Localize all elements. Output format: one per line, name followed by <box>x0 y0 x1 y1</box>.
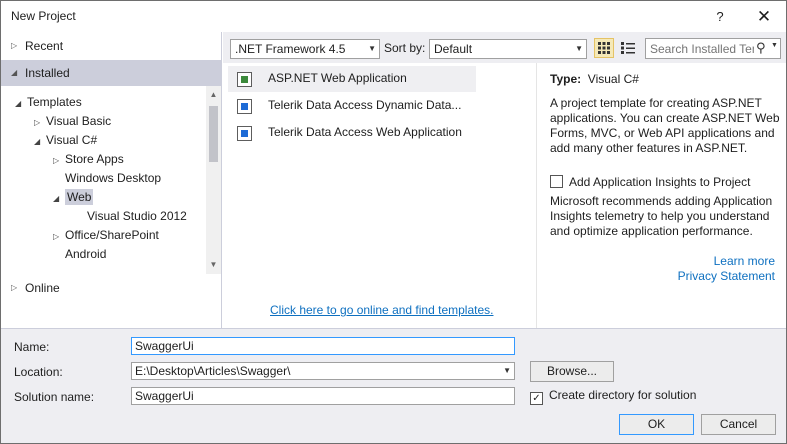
create-directory-label: Create directory for solution <box>549 388 697 402</box>
checkbox-box[interactable] <box>550 175 563 188</box>
expand-arrow-icon: ▷ <box>53 156 60 165</box>
collapse-arrow-icon: ◢ <box>34 137 41 146</box>
chevron-down-icon: ▼ <box>575 44 583 53</box>
template-type: Type: Visual C# <box>550 72 639 86</box>
browse-button[interactable]: Browse... <box>530 361 614 382</box>
location-field[interactable]: E:\Desktop\Articles\Swagger\ ▼ <box>131 362 515 380</box>
type-value: Visual C# <box>587 72 639 86</box>
project-name-field[interactable]: SwaggerUi <box>131 337 515 355</box>
expand-arrow-icon: ▷ <box>53 232 60 241</box>
checkmark-icon[interactable]: ✓ <box>530 392 543 405</box>
nav-scrollbar[interactable]: ▲ ▼ <box>206 86 221 274</box>
tree-item-windows-desktop[interactable]: Windows Desktop <box>53 169 161 188</box>
solution-name-field[interactable]: SwaggerUi <box>131 387 515 405</box>
ok-button[interactable]: OK <box>619 414 694 435</box>
nav-online[interactable]: ▷ Online <box>1 275 222 301</box>
help-button[interactable]: ? <box>709 6 731 28</box>
new-project-dialog: New Project ? ✕ ▷ Recent ◢ Installed ◢ Te… <box>0 0 787 444</box>
tree-item-android[interactable]: Android <box>53 245 106 264</box>
expand-arrow-icon: ▷ <box>11 41 18 50</box>
location-label: Location: <box>14 365 63 379</box>
template-description-panel: Type: Visual C# A project template for c… <box>538 63 786 328</box>
type-label: Type: <box>550 72 582 86</box>
chevron-down-icon: ▼ <box>368 44 376 53</box>
learn-more-link[interactable]: Learn more <box>714 254 775 268</box>
search-box[interactable]: ⚲ ▼ <box>645 38 781 59</box>
sort-value: Default <box>434 42 473 56</box>
close-button[interactable]: ✕ <box>751 5 777 29</box>
nav-installed[interactable]: ◢ Installed <box>1 60 222 86</box>
aspnet-web-icon <box>237 72 252 87</box>
add-application-insights-checkbox[interactable]: Add Application Insights to Project <box>550 175 750 189</box>
template-item-aspnet-web-application[interactable]: ASP.NET Web Application <box>228 66 476 92</box>
application-insights-info: Microsoft recommends adding Application … <box>550 194 773 238</box>
privacy-statement-link[interactable]: Privacy Statement <box>678 269 775 283</box>
telerik-icon <box>237 126 252 141</box>
template-item-telerik-dynamic-data[interactable]: Telerik Data Access Dynamic Data... <box>228 93 476 119</box>
framework-select[interactable]: .NET Framework 4.5 ▼ <box>230 39 380 59</box>
collapse-arrow-icon: ◢ <box>15 99 22 108</box>
window-title: New Project <box>11 9 76 23</box>
category-nav: ▷ Recent ◢ Installed ◢ Templates ▷ Visual … <box>1 32 222 328</box>
solution-name-label: Solution name: <box>14 390 95 404</box>
tree-item-web[interactable]: ◢ Web <box>53 188 94 207</box>
find-templates-online-link[interactable]: Click here to go online and find templat… <box>270 303 493 317</box>
chevron-down-icon[interactable]: ▼ <box>771 42 778 49</box>
telerik-icon <box>237 99 252 114</box>
grid-view-icon <box>598 42 610 54</box>
nav-recent[interactable]: ▷ Recent <box>1 33 222 59</box>
tree-item-templates[interactable]: ◢ Templates <box>15 93 82 112</box>
template-description: A project template for creating ASP.NET … <box>550 96 780 155</box>
project-details-form: Name: SwaggerUi Location: E:\Desktop\Art… <box>1 328 786 443</box>
collapse-arrow-icon: ◢ <box>53 194 60 203</box>
template-name: ASP.NET Web Application <box>268 71 407 85</box>
tree-item-office-sharepoint[interactable]: ▷ Office/SharePoint <box>53 226 159 245</box>
tree-item-visual-basic[interactable]: ▷ Visual Basic <box>34 112 111 131</box>
cancel-button[interactable]: Cancel <box>701 414 776 435</box>
template-name: Telerik Data Access Web Application <box>268 125 462 139</box>
list-view-button[interactable] <box>618 38 638 58</box>
tree-item-store-apps[interactable]: ▷ Store Apps <box>53 150 124 169</box>
nav-installed-label: Installed <box>25 66 70 80</box>
medium-icons-view-button[interactable] <box>594 38 614 58</box>
template-item-telerik-web-application[interactable]: Telerik Data Access Web Application <box>228 120 476 146</box>
title-bar: New Project ? ✕ <box>1 1 786 32</box>
list-view-icon <box>621 42 635 54</box>
scroll-thumb[interactable] <box>209 106 218 162</box>
sort-select[interactable]: Default ▼ <box>429 39 587 59</box>
expand-arrow-icon: ▷ <box>11 283 18 292</box>
framework-value: .NET Framework 4.5 <box>235 42 346 56</box>
name-label: Name: <box>14 340 50 354</box>
ai-checkbox-label: Add Application Insights to Project <box>569 175 751 189</box>
expand-arrow-icon: ▷ <box>34 118 41 127</box>
nav-recent-label: Recent <box>25 39 64 53</box>
template-name: Telerik Data Access Dynamic Data... <box>268 98 462 112</box>
template-list: ASP.NET Web Application Telerik Data Acc… <box>223 63 537 328</box>
tree-item-visual-csharp[interactable]: ◢ Visual C# <box>34 131 97 150</box>
chevron-down-icon[interactable]: ▼ <box>503 363 511 379</box>
scroll-up-icon[interactable]: ▲ <box>206 88 221 102</box>
location-value: E:\Desktop\Articles\Swagger\ <box>135 364 291 378</box>
create-directory-checkbox[interactable]: ✓ Create directory for solution <box>530 388 696 405</box>
sort-by-label: Sort by: <box>384 41 426 55</box>
collapse-arrow-icon: ◢ <box>11 68 18 77</box>
tree-item-visual-studio-2012[interactable]: Visual Studio 2012 <box>75 207 187 226</box>
template-toolbar: .NET Framework 4.5 ▼ Sort by: Default ▼ … <box>223 32 786 63</box>
nav-online-label: Online <box>25 281 60 295</box>
scroll-down-icon[interactable]: ▼ <box>206 258 221 272</box>
search-icon[interactable]: ⚲ <box>756 40 766 56</box>
search-input[interactable] <box>648 40 756 57</box>
